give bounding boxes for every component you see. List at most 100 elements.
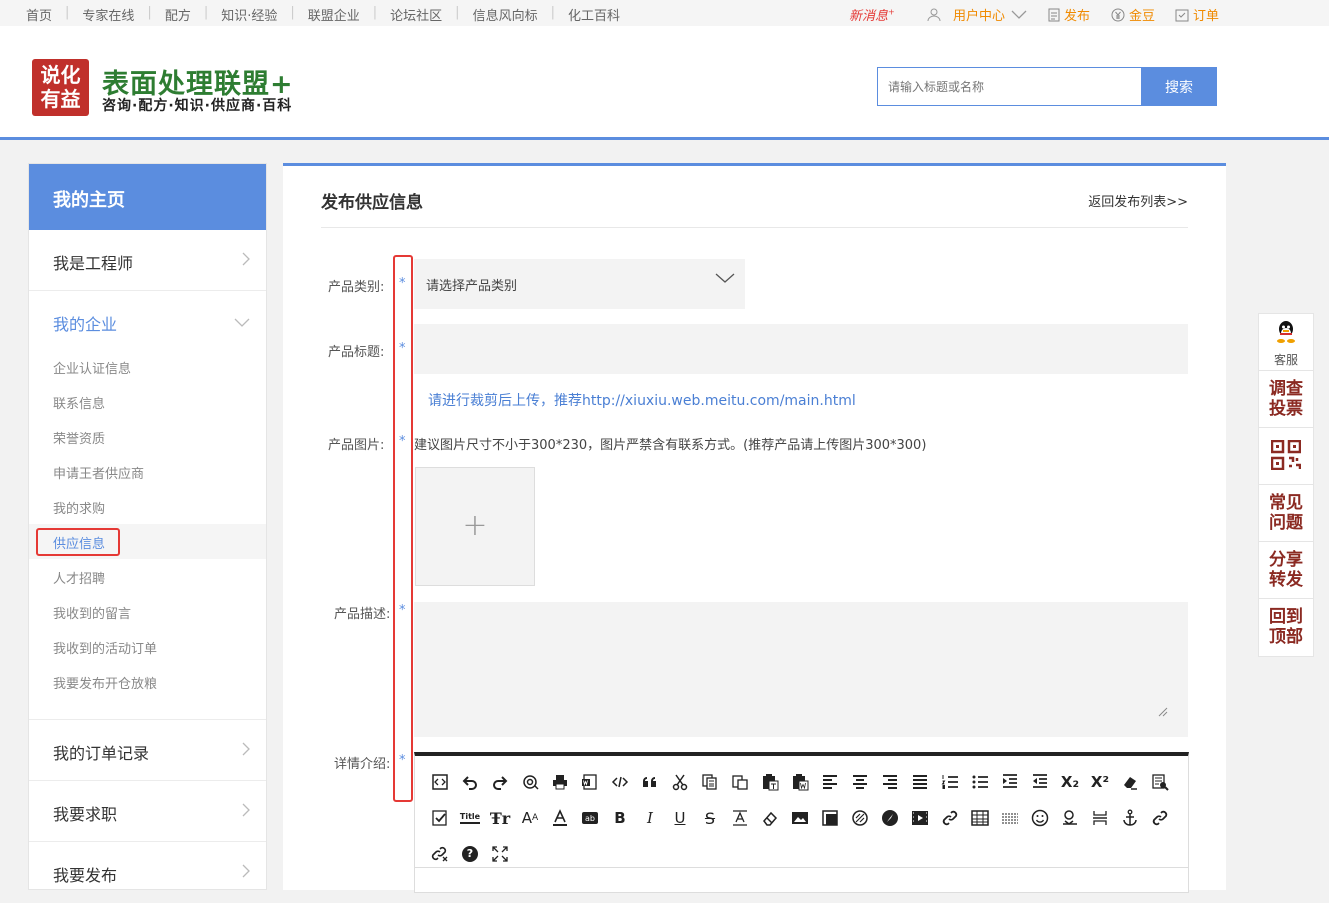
sidebar-item-engineer[interactable]: 我是工程师: [29, 230, 266, 291]
underline-icon[interactable]: U: [665, 800, 695, 836]
sidebar-sub-honor[interactable]: 荣誉资质: [29, 419, 266, 454]
search-input[interactable]: [877, 67, 1142, 106]
qr-code-button[interactable]: [1259, 428, 1313, 485]
subscript-icon[interactable]: X₂: [1055, 764, 1085, 800]
undo-icon[interactable]: [455, 764, 485, 800]
title-icon[interactable]: Title: [455, 800, 485, 836]
copy-icon[interactable]: [695, 764, 725, 800]
product-title-input[interactable]: [414, 324, 1188, 374]
eraser-icon[interactable]: [755, 800, 785, 836]
align-left-icon[interactable]: [815, 764, 845, 800]
emoticon-icon[interactable]: [1025, 800, 1055, 836]
publish-link[interactable]: 发布: [1048, 5, 1090, 24]
paste-icon[interactable]: [725, 764, 755, 800]
nav-info[interactable]: 信息风向标: [473, 5, 538, 24]
spellcheck-icon[interactable]: [425, 800, 455, 836]
multi-image-icon[interactable]: [815, 800, 845, 836]
return-list-link[interactable]: 返回发布列表>>: [1088, 191, 1188, 210]
share-button[interactable]: 分享转发: [1259, 542, 1313, 599]
justify-icon[interactable]: [905, 764, 935, 800]
paste-word-icon[interactable]: [785, 764, 815, 800]
ordered-list-icon[interactable]: [935, 764, 965, 800]
nav-formula[interactable]: 配方: [165, 5, 191, 24]
sidebar-sub-publish-grain[interactable]: 我要发布开仓放粮: [29, 664, 266, 720]
image-upload-button[interactable]: +: [415, 467, 535, 586]
map-icon[interactable]: [1055, 800, 1085, 836]
product-description-textarea[interactable]: [414, 602, 1188, 737]
anchor-icon[interactable]: [1115, 800, 1145, 836]
sidebar-sub-activity-orders[interactable]: 我收到的活动订单: [29, 629, 266, 664]
link-icon[interactable]: [935, 800, 965, 836]
sidebar-sub-contact[interactable]: 联系信息: [29, 384, 266, 419]
editor-content-area[interactable]: [415, 867, 1188, 897]
image-icon[interactable]: [785, 800, 815, 836]
print-icon[interactable]: [545, 764, 575, 800]
cut-icon[interactable]: [665, 764, 695, 800]
document-icon: [1048, 8, 1060, 21]
page-break-icon[interactable]: [1085, 800, 1115, 836]
anchor-at-icon[interactable]: [515, 764, 545, 800]
nav-knowledge[interactable]: 知识·经验: [221, 5, 277, 24]
site-logo[interactable]: 说化 有益: [32, 59, 89, 116]
italic-icon[interactable]: I: [635, 800, 665, 836]
word-icon[interactable]: [575, 764, 605, 800]
hr-icon[interactable]: [995, 800, 1025, 836]
indent-icon[interactable]: [995, 764, 1025, 800]
quote-icon[interactable]: [635, 764, 665, 800]
sidebar-sub-king-supplier[interactable]: 申请王者供应商: [29, 454, 266, 489]
faq-button[interactable]: 常见问题: [1259, 485, 1313, 542]
font-size-icon[interactable]: AA: [515, 800, 545, 836]
nav-forum[interactable]: 论坛社区: [390, 5, 442, 24]
video-icon[interactable]: [905, 800, 935, 836]
source-icon[interactable]: [425, 764, 455, 800]
nav-experts[interactable]: 专家在线: [82, 5, 134, 24]
nav-alliance[interactable]: 联盟企业: [308, 5, 360, 24]
sidebar-sub-cert[interactable]: 企业认证信息: [29, 349, 266, 384]
code-icon[interactable]: [605, 764, 635, 800]
customer-service-button[interactable]: 客服: [1259, 314, 1313, 371]
meitu-crop-link[interactable]: 请进行裁剪后上传，推荐http://xiuxiu.web.meitu.com/m…: [428, 390, 856, 410]
font-color-icon[interactable]: [545, 800, 575, 836]
sidebar-home[interactable]: 我的主页: [29, 164, 266, 230]
qr-code-icon: [1270, 439, 1302, 471]
link2-icon[interactable]: [1145, 800, 1175, 836]
flash-icon[interactable]: [845, 800, 875, 836]
nav-home[interactable]: 首页: [26, 5, 52, 24]
sidebar-item-job[interactable]: 我要求职: [29, 781, 266, 842]
line-height-icon[interactable]: [725, 800, 755, 836]
order-link[interactable]: 订单: [1175, 5, 1219, 24]
sidebar-sub-recruit[interactable]: 人才招聘: [29, 559, 266, 594]
redo-icon[interactable]: [485, 764, 515, 800]
strikethrough-icon[interactable]: S: [695, 800, 725, 836]
sidebar-sub-supply[interactable]: 供应信息: [29, 524, 266, 559]
gold-link[interactable]: 金豆: [1111, 5, 1155, 24]
outdent-icon[interactable]: [1025, 764, 1055, 800]
sidebar-item-orders[interactable]: 我的订单记录: [29, 720, 266, 781]
sidebar: 我的主页 我是工程师 我的企业 企业认证信息 联系信息 荣誉资质 申请王者供应商…: [28, 163, 267, 890]
back-to-top-button[interactable]: 回到顶部: [1259, 599, 1313, 656]
new-message-link[interactable]: 新消息+: [849, 5, 895, 24]
unordered-list-icon[interactable]: [965, 764, 995, 800]
font-family-icon[interactable]: Ŧr: [485, 800, 515, 836]
superscript-icon[interactable]: X²: [1085, 764, 1115, 800]
bg-color-icon[interactable]: ab: [575, 800, 605, 836]
bold-icon[interactable]: B: [605, 800, 635, 836]
sidebar-item-enterprise[interactable]: 我的企业: [29, 291, 266, 349]
table-icon[interactable]: [965, 800, 995, 836]
sidebar-sub-purchase[interactable]: 我的求购: [29, 489, 266, 524]
category-select[interactable]: 请选择产品类别: [414, 259, 745, 309]
clear-format-icon[interactable]: [1115, 764, 1145, 800]
media-icon[interactable]: [875, 800, 905, 836]
user-center-link[interactable]: 用户中心: [927, 5, 1031, 24]
survey-button[interactable]: 调查投票: [1259, 371, 1313, 428]
paste-text-icon[interactable]: [755, 764, 785, 800]
align-right-icon[interactable]: [875, 764, 905, 800]
select-all-icon[interactable]: [1145, 764, 1175, 800]
nav-wiki[interactable]: 化工百科: [568, 5, 620, 24]
top-nav-bar: 首页 | 专家在线 | 配方 | 知识·经验 | 联盟企业 | 论坛社区 | 信息风向标 | …: [0, 0, 1329, 26]
resize-handle-icon[interactable]: [1158, 707, 1168, 717]
search-button[interactable]: 搜索: [1141, 67, 1217, 106]
sidebar-sub-messages[interactable]: 我收到的留言: [29, 594, 266, 629]
sidebar-item-publish[interactable]: 我要发布: [29, 842, 266, 903]
align-center-icon[interactable]: [845, 764, 875, 800]
